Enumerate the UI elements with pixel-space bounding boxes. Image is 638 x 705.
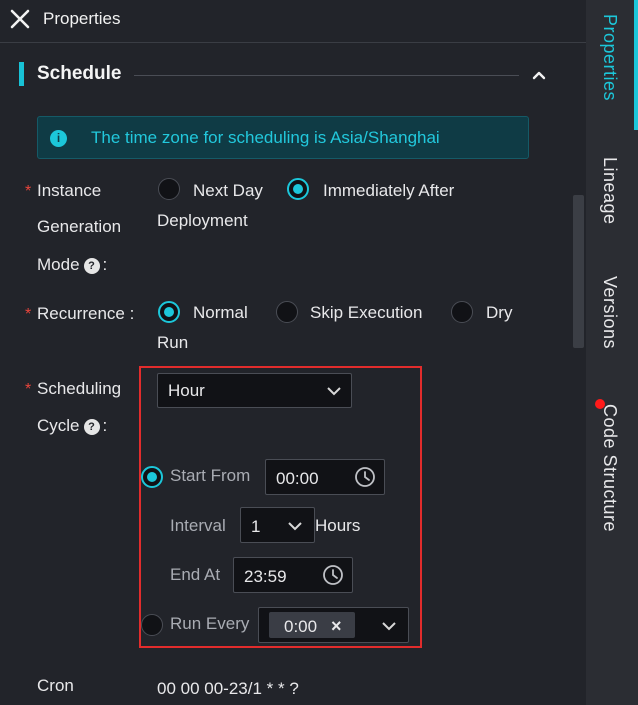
chevron-down-icon xyxy=(382,622,396,631)
remove-tag-icon[interactable]: × xyxy=(331,616,342,637)
tab-versions[interactable]: Versions xyxy=(599,276,620,349)
instance-mode-label-1: Instance xyxy=(37,181,102,200)
end-at-label: End At xyxy=(170,565,221,584)
scheduling-cycle-label-2: Cycle?: xyxy=(37,416,107,436)
radio-start-from[interactable] xyxy=(141,466,163,488)
clock-icon xyxy=(323,565,343,585)
interval-label: Interval xyxy=(170,516,226,535)
option-next-day[interactable]: Next Day xyxy=(193,181,263,201)
radio-dry-run[interactable] xyxy=(451,301,473,323)
run-every-select[interactable]: 0:00 × xyxy=(258,607,409,643)
run-every-label: Run Every xyxy=(170,614,250,633)
help-icon[interactable]: ? xyxy=(83,418,100,435)
option-normal[interactable]: Normal xyxy=(193,303,248,323)
scheduling-cycle-label-text: Cycle xyxy=(37,416,80,435)
start-time-input[interactable]: 00:00 xyxy=(265,459,385,495)
chevron-down-icon xyxy=(327,387,341,396)
cron-value: 00 00 00-23/1 * * ? xyxy=(157,679,299,698)
close-icon[interactable] xyxy=(8,7,32,31)
radio-skip-execution[interactable] xyxy=(276,301,298,323)
radio-normal[interactable] xyxy=(158,301,180,323)
instance-mode-label-3: Mode?: xyxy=(37,255,107,275)
radio-next-day[interactable] xyxy=(158,178,180,200)
panel-title: Properties xyxy=(43,9,121,28)
scheduling-cycle-label-1: Scheduling xyxy=(37,379,122,398)
required-marker: * xyxy=(25,381,32,398)
timezone-info-banner: i The time zone for scheduling is Asia/S… xyxy=(37,116,529,159)
active-tab-indicator xyxy=(634,0,638,130)
interval-unit: Hours xyxy=(315,516,361,535)
cycle-select-value: Hour xyxy=(168,381,205,400)
start-from-label: Start From xyxy=(170,466,251,485)
help-icon[interactable]: ? xyxy=(83,257,100,274)
interval-value: 1 xyxy=(251,517,261,536)
required-marker: * xyxy=(25,306,32,323)
chevron-up-icon[interactable] xyxy=(530,66,548,84)
required-marker: * xyxy=(25,183,32,200)
radio-run-every[interactable] xyxy=(141,614,163,636)
radio-immediately-after[interactable] xyxy=(287,178,309,200)
timezone-info-text: The time zone for scheduling is Asia/Sha… xyxy=(91,128,440,147)
start-time-value: 00:00 xyxy=(276,469,319,488)
section-accent-bar xyxy=(19,62,24,86)
info-icon: i xyxy=(50,130,67,147)
end-time-value: 23:59 xyxy=(244,567,287,586)
option-run[interactable]: Run xyxy=(157,333,188,353)
tab-code-structure[interactable]: Code Structure xyxy=(599,404,620,532)
label-colon: : xyxy=(102,416,108,435)
right-sidebar: Properties Lineage Versions Code Structu… xyxy=(586,0,638,705)
panel-header: Properties xyxy=(0,0,586,43)
cycle-select[interactable]: Hour xyxy=(157,373,352,408)
time-tag: 0:00 × xyxy=(269,612,355,638)
instance-mode-label-text: Mode xyxy=(37,255,80,274)
scrollbar-thumb[interactable] xyxy=(573,195,584,348)
interval-select[interactable]: 1 xyxy=(240,507,315,543)
option-skip-execution[interactable]: Skip Execution xyxy=(310,303,422,323)
label-colon: : xyxy=(102,255,108,274)
instance-mode-label-2: Generation xyxy=(37,217,122,236)
end-time-input[interactable]: 23:59 xyxy=(233,557,353,593)
section-title: Schedule xyxy=(37,63,122,84)
clock-icon xyxy=(355,467,375,487)
option-immediately-after[interactable]: Immediately After xyxy=(323,181,454,201)
chevron-down-icon xyxy=(288,522,302,531)
properties-panel: Properties Schedule i The time zone for … xyxy=(0,0,586,705)
option-deployment[interactable]: Deployment xyxy=(157,211,248,231)
recurrence-label: Recurrence : xyxy=(37,304,135,323)
tab-lineage[interactable]: Lineage xyxy=(599,157,620,225)
cron-label: Cron xyxy=(37,676,74,695)
time-tag-value: 0:00 xyxy=(284,617,318,636)
tab-properties[interactable]: Properties xyxy=(599,14,620,101)
option-dry[interactable]: Dry xyxy=(486,303,512,323)
section-divider xyxy=(134,75,519,76)
